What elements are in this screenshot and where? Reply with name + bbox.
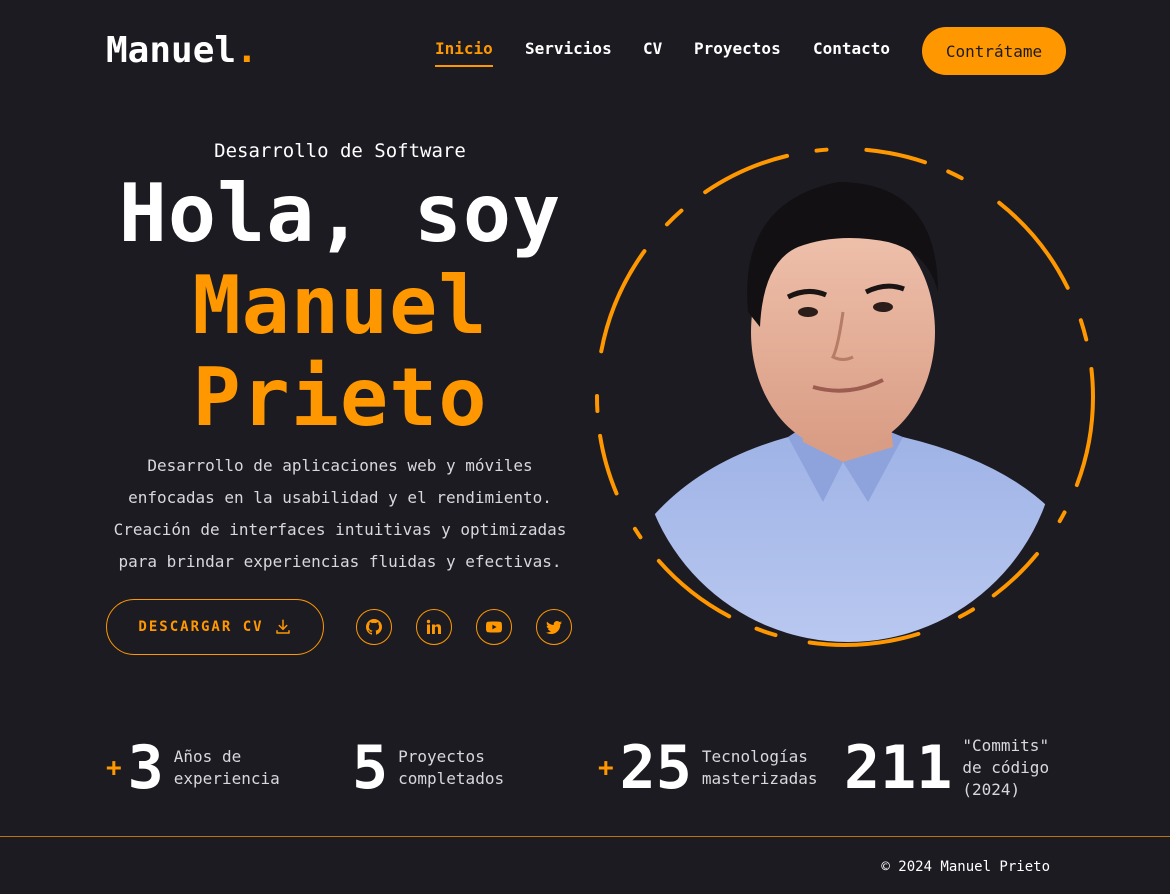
stat-label-line: Tecnologías (701, 747, 808, 766)
logo-text: Manuel (106, 30, 237, 71)
hero-description: Desarrollo de aplicaciones web y móviles… (90, 450, 590, 578)
stat-label-line: (2024) (962, 780, 1021, 799)
stat-label: "Commits" de código (2024) (962, 735, 1062, 801)
stat-value: 5 (352, 733, 389, 803)
twitter-icon (546, 621, 562, 634)
stat-label: Años de experiencia (174, 746, 304, 790)
download-icon (275, 619, 290, 634)
social-links (356, 609, 572, 645)
footer-divider (0, 836, 1170, 837)
hero-name-first: Manuel (192, 259, 488, 352)
logo-dot: . (236, 30, 258, 71)
stat-experience: + 3 Años de experiencia (106, 738, 304, 798)
stat-projects: 5 Proyectos completados (352, 738, 528, 798)
site-logo[interactable]: Manuel. (106, 30, 258, 71)
description-line: enfocadas en la usabilidad y el rendimie… (128, 488, 552, 507)
stat-value: 25 (619, 733, 692, 803)
stat-label-line: Proyectos (398, 747, 485, 766)
stat-commits: 211 "Commits" de código (2024) (844, 735, 1062, 801)
stat-prefix: + (598, 753, 614, 783)
linkedin-link[interactable] (416, 609, 452, 645)
nav-link-proyectos[interactable]: Proyectos (694, 39, 781, 58)
description-line: Desarrollo de aplicaciones web y móviles (147, 456, 533, 475)
description-line: Creación de interfaces intuitivas y opti… (113, 520, 567, 539)
stat-label-line: completados (398, 769, 505, 788)
stat-label-line: experiencia (173, 769, 280, 788)
stat-value: 211 (844, 733, 953, 803)
linkedin-icon (426, 619, 441, 634)
nav-link-cv[interactable]: CV (643, 39, 662, 58)
download-cv-label: DESCARGAR CV (138, 619, 264, 635)
nav-link-inicio[interactable]: Inicio (435, 39, 493, 67)
hire-me-button[interactable]: Contrátame (922, 27, 1066, 75)
hero-subtitle: Desarrollo de Software (214, 140, 466, 162)
stat-label: Proyectos completados (398, 746, 528, 790)
nav-link-contacto[interactable]: Contacto (813, 39, 890, 58)
youtube-link[interactable] (476, 609, 512, 645)
description-line: para brindar experiencias fluidas y efec… (118, 552, 562, 571)
stat-label-line: Años de (173, 747, 242, 766)
github-link[interactable] (356, 609, 392, 645)
stat-label: Tecnologías masterizadas (702, 746, 832, 790)
download-cv-button[interactable]: DESCARGAR CV (106, 599, 324, 655)
stat-technologies: + 25 Tecnologías masterizadas (598, 738, 832, 798)
stat-value: 3 (127, 733, 164, 803)
twitter-link[interactable] (536, 609, 572, 645)
stat-label-line: masterizadas (701, 769, 818, 788)
hero-name-last: Prieto (192, 351, 488, 444)
github-icon (366, 619, 382, 635)
footer-copyright: © 2024 Manuel Prieto (881, 859, 1050, 875)
hero-greeting: Hola, soy (118, 167, 562, 260)
nav-link-servicios[interactable]: Servicios (525, 39, 612, 58)
youtube-icon (486, 621, 502, 633)
stat-label-line: de código (962, 758, 1050, 777)
hero-text: Desarrollo de Software Hola, soy Manuel … (90, 140, 590, 578)
stat-label-line: "Commits" (962, 736, 1050, 755)
stat-prefix: + (106, 753, 122, 783)
decorative-ring (595, 147, 1095, 647)
profile-portrait (590, 142, 1100, 652)
